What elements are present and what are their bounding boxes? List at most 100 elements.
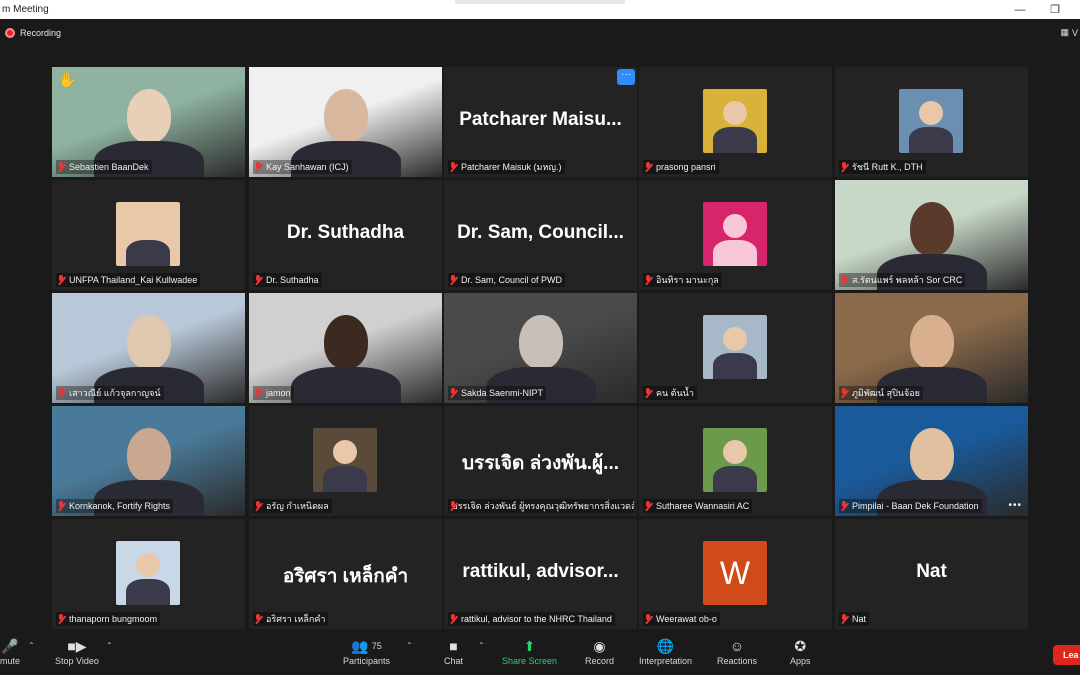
muted-mic-icon [57, 388, 66, 398]
participant-name: ส.รัตนแพร์ พลหล้า Sor CRC [852, 275, 963, 285]
microphone-muted-icon: 🎤 [1, 637, 19, 654]
participant-tile[interactable]: thanaporn bungmoom [52, 519, 245, 629]
participant-tile[interactable]: บรรเจิด ล่วงพัน.ผู้... บรรเจิด ล่วงพันธ์ … [444, 406, 637, 516]
chat-icon: ■ [449, 638, 458, 654]
participant-name: Nat [852, 614, 867, 624]
participant-tile[interactable]: เสาวณีย์ แก้วจุลกาญจน์ [52, 293, 245, 403]
recording-indicator[interactable]: Recording [5, 28, 61, 38]
meeting-topbar: Recording ▦ V [0, 19, 1080, 49]
raised-hand-icon: ✋ [58, 72, 77, 89]
audio-options-caret-icon[interactable]: ⌃ [28, 641, 35, 650]
participant-tile[interactable]: อริศรา เหล็กคำ อริศรา เหล็กคำ [249, 519, 442, 629]
avatar-head-icon [333, 440, 357, 464]
participant-tile[interactable]: jamon [249, 293, 442, 403]
participant-name: เสาวณีย์ แก้วจุลกาญจน์ [69, 388, 161, 398]
participant-tile[interactable]: ภูมิพัฒน์ สุปินจ้อย [835, 293, 1028, 403]
participant-name: อรัญ กำเหนิดผล [266, 501, 329, 511]
participant-tile[interactable]: ส.รัตนแพร์ พลหล้า Sor CRC [835, 180, 1028, 290]
participant-name: jamon [266, 388, 291, 398]
restore-icon[interactable]: ❐ [1040, 0, 1070, 19]
reactions-button[interactable]: ☺ Reactions [717, 636, 757, 666]
tile-more-dots[interactable]: ••• [1008, 500, 1022, 511]
participant-tile[interactable]: ✋ Sebastien BaanDek [52, 67, 245, 177]
mute-button[interactable]: 🎤 mute [0, 636, 20, 667]
participant-tile[interactable]: รัชนี Rutt K., DTH [835, 67, 1028, 177]
participant-tile[interactable]: UNFPA Thailand_Kai Kullwadee [52, 180, 245, 290]
participant-face [126, 89, 171, 143]
participant-name-label: jamon [253, 386, 294, 400]
stop-video-button[interactable]: ■▶ Stop Video [55, 636, 99, 667]
video-options-caret-icon[interactable]: ⌃ [106, 641, 113, 650]
participant-tile[interactable]: rattikul, advisor... rattikul, advisor to… [444, 519, 637, 629]
record-icon: ◉ [593, 637, 606, 654]
participant-name-label: ส.รัตนแพร์ พลหล้า Sor CRC [839, 273, 966, 287]
record-button[interactable]: ◉ Record [585, 636, 614, 667]
participant-face [909, 202, 954, 256]
participant-avatar [116, 541, 180, 605]
participant-name-label: prasong pansri [643, 160, 719, 174]
participant-face [323, 315, 368, 369]
avatar-head-icon [723, 327, 747, 351]
participant-tile[interactable]: คน ต้นน้ำ [639, 293, 832, 403]
participant-display-name: Nat [916, 561, 947, 582]
participant-name: บรรเจิด ล่วงพันธ์ ผู้ทรงคุณวุฒิทรัพยากรส… [452, 501, 634, 511]
muted-mic-icon [254, 614, 263, 624]
participant-avatar [116, 202, 180, 266]
share-screen-button[interactable]: ⬆ Share Screen [502, 636, 557, 667]
tile-more-button[interactable]: ··· [617, 69, 635, 85]
apps-button[interactable]: ✪ Apps [790, 636, 811, 667]
participant-name-label: Sebastien BaanDek [56, 160, 152, 174]
participant-tile[interactable]: ••• Pimpilai - Baan Dek Foundation [835, 406, 1028, 516]
view-button[interactable]: ▦ V [1060, 27, 1080, 38]
participant-tile[interactable]: Sakda Saenmi-NIPT [444, 293, 637, 403]
participant-name-label: Nat [839, 612, 870, 626]
participant-display-name: Patcharer Maisu... [459, 109, 622, 130]
avatar-body-icon [713, 127, 757, 153]
leave-button[interactable]: Lea [1053, 645, 1080, 665]
avatar-body-icon [126, 240, 170, 266]
participant-tile[interactable]: Kay Sanhawan (ICJ) [249, 67, 442, 177]
chat-button[interactable]: ■ Chat [444, 636, 463, 666]
participant-name: prasong pansri [656, 162, 716, 172]
muted-mic-icon [644, 388, 653, 398]
participant-tile[interactable]: Kornkanok, Fortify Rights [52, 406, 245, 516]
participant-name: Sutharee Wannasiri AC [656, 501, 750, 511]
avatar-body-icon [713, 240, 757, 266]
minimize-icon[interactable]: — [1005, 0, 1035, 19]
muted-mic-icon [449, 614, 458, 624]
avatar-head-icon [723, 101, 747, 125]
participant-avatar [703, 428, 767, 492]
participant-tile[interactable]: Dr. Sam, Council... Dr. Sam, Council of P… [444, 180, 637, 290]
avatar-head-icon [723, 440, 747, 464]
participant-tile[interactable]: Nat Nat [835, 519, 1028, 629]
avatar-body-icon [126, 579, 170, 605]
participant-tile[interactable]: Patcharer Maisu... ··· Patcharer Maisuk (ม… [444, 67, 637, 177]
participant-tile[interactable]: อินทิรา มานะกุล [639, 180, 832, 290]
muted-mic-icon [254, 162, 263, 172]
apps-icon: ✪ [794, 637, 807, 654]
participant-name: อินทิรา มานะกุล [656, 275, 719, 285]
titlebar-drag-region[interactable] [455, 0, 625, 4]
interpretation-button[interactable]: 🌐 Interpretation [639, 636, 692, 667]
participant-tile[interactable]: W Weerawat ob-o [639, 519, 832, 629]
share-screen-icon: ⬆ [523, 637, 536, 654]
avatar-initial: W [719, 554, 751, 591]
muted-mic-icon [57, 614, 66, 624]
participants-options-caret-icon[interactable]: ⌃ [406, 641, 413, 650]
participant-name: Patcharer Maisuk (มหญ.) [461, 162, 562, 172]
participant-face [518, 315, 563, 369]
muted-mic-icon [644, 614, 653, 624]
participant-tile[interactable]: อรัญ กำเหนิดผล [249, 406, 442, 516]
chat-options-caret-icon[interactable]: ⌃ [478, 641, 485, 650]
participant-tile[interactable]: prasong pansri [639, 67, 832, 177]
participant-avatar [899, 89, 963, 153]
participants-button[interactable]: 👥 75 Participants [343, 636, 390, 667]
participant-tile[interactable]: Dr. Suthadha Dr. Suthadha [249, 180, 442, 290]
participant-tile[interactable]: Sutharee Wannasiri AC [639, 406, 832, 516]
muted-mic-icon [57, 162, 66, 172]
participant-name: รัชนี Rutt K., DTH [852, 162, 923, 172]
participant-face [126, 315, 171, 369]
gallery-grid: ✋ Sebastien BaanDek Kay Sanhawan (ICJ) Patc… [52, 67, 1028, 629]
muted-mic-icon [254, 501, 263, 511]
window-title: m Meeting [2, 4, 49, 15]
